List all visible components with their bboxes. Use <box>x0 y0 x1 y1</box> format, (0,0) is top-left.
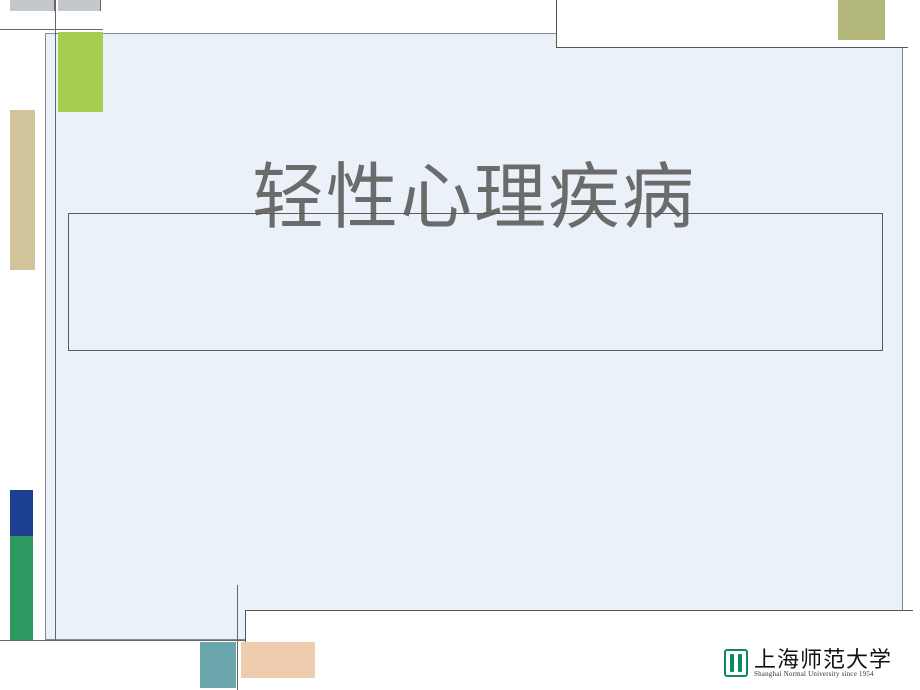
university-logo: 上海师范大学 Shanghai Normal University since … <box>720 642 915 684</box>
logo-icon <box>724 649 748 677</box>
logo-name-en: Shanghai Normal University since 1954 <box>754 671 892 678</box>
text-placeholder[interactable] <box>68 213 883 351</box>
deco-top-right-olive <box>838 0 885 40</box>
deco-bottom-vline <box>237 585 238 690</box>
logo-name-cn: 上海师范大学 <box>754 649 892 671</box>
slide: 轻性心理疾病 上海师范大学 Shanghai Normal University… <box>0 0 920 690</box>
deco-left-hline <box>0 29 103 30</box>
logo-text: 上海师范大学 Shanghai Normal University since … <box>754 649 892 678</box>
deco-bottom-hline <box>55 640 245 641</box>
deco-bottom-peach <box>241 642 315 678</box>
deco-bottom-teal <box>200 642 236 688</box>
deco-left-blue <box>10 490 33 536</box>
deco-top-grey-2 <box>58 0 101 11</box>
deco-left-hline-2 <box>0 640 55 641</box>
deco-green-square <box>58 32 103 112</box>
deco-left-tan <box>10 110 35 270</box>
deco-left-green <box>10 536 33 640</box>
deco-top-grey-1 <box>10 0 55 11</box>
deco-left-vline <box>55 0 56 640</box>
